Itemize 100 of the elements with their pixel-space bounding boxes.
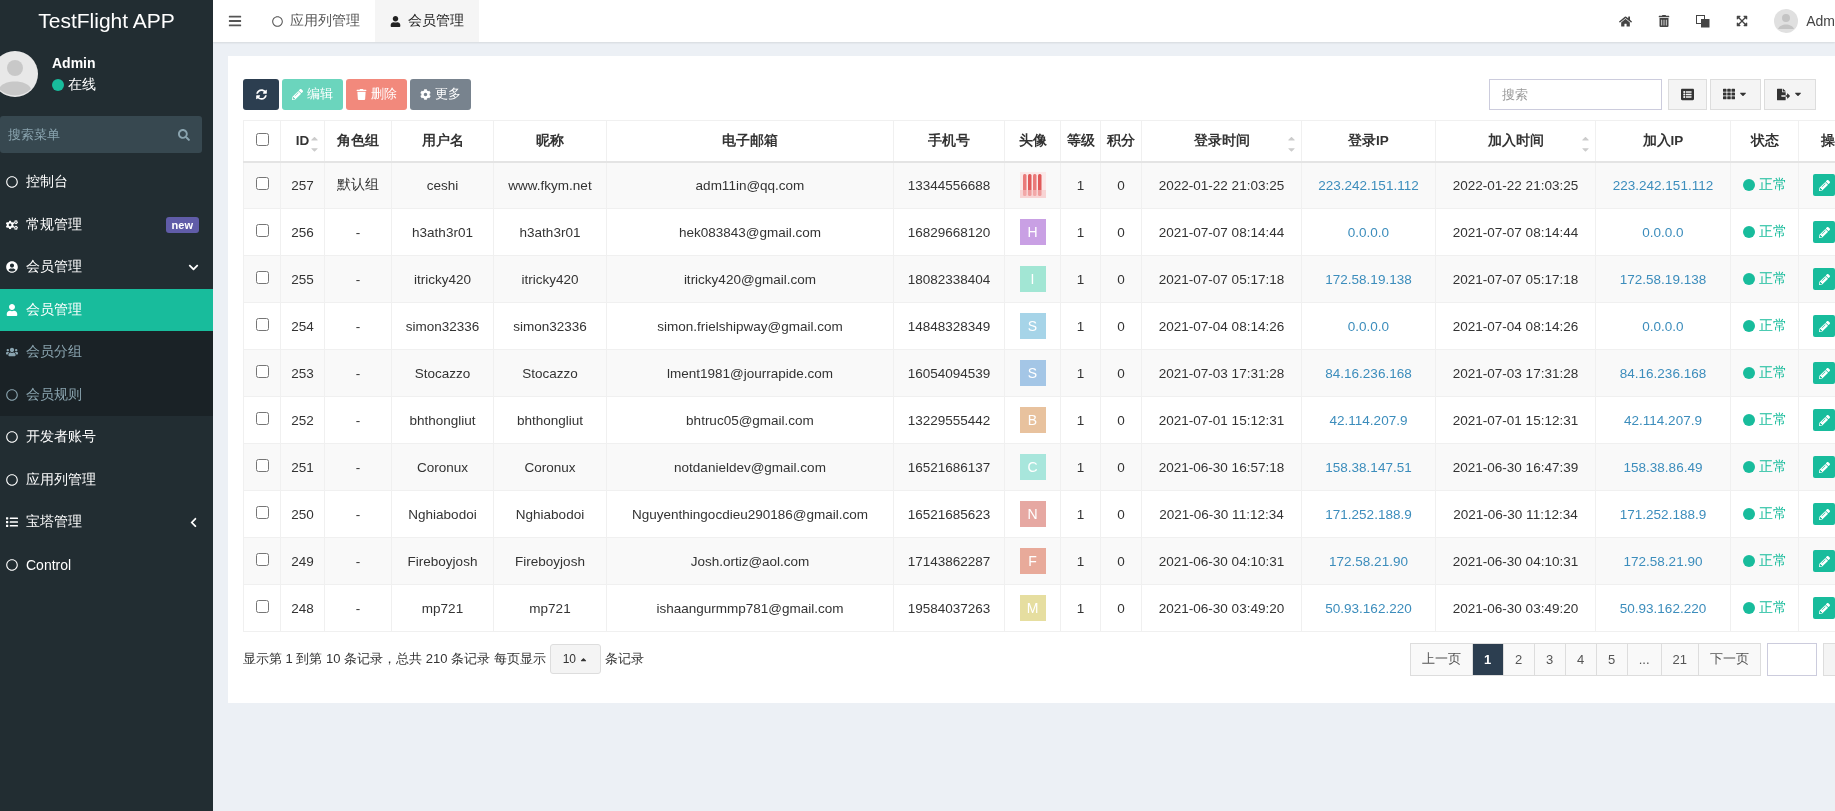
menu-item[interactable]: 会员管理: [0, 246, 213, 289]
menu-search-field[interactable]: 搜索菜单: [6, 119, 178, 150]
edit-button[interactable]: [1813, 550, 1835, 572]
table-cell: 2021-06-30 04:10:31: [1452, 553, 1579, 569]
edit-button[interactable]: [1813, 597, 1835, 619]
pencil-icon: [1818, 555, 1830, 567]
row-checkbox[interactable]: [255, 318, 269, 331]
menu-item[interactable]: 应用列管理: [0, 458, 213, 501]
ip-link[interactable]: 172.58.21.90: [1623, 553, 1703, 569]
toggle-view-button[interactable]: [1668, 78, 1707, 110]
ip-link[interactable]: 0.0.0.0: [1642, 224, 1684, 240]
row-checkbox[interactable]: [255, 365, 269, 378]
page-button[interactable]: 5: [1595, 642, 1628, 676]
menu-item[interactable]: Control: [0, 543, 213, 586]
export-icon: [1777, 87, 1790, 101]
edit-button[interactable]: [1813, 268, 1835, 290]
page-button[interactable]: 3: [1533, 642, 1566, 676]
fullscreen-icon[interactable]: [1736, 15, 1749, 27]
row-checkbox[interactable]: [255, 553, 269, 566]
pencil-icon: [1818, 602, 1830, 614]
columns-button[interactable]: [1710, 78, 1761, 110]
ip-link[interactable]: 0.0.0.0: [1642, 318, 1684, 334]
table-cell: -: [355, 553, 361, 569]
column-header[interactable]: ID: [295, 133, 310, 149]
row-checkbox[interactable]: [255, 177, 269, 191]
table-cell: 256: [291, 224, 314, 240]
letter-avatar: C: [1019, 454, 1046, 480]
table-cell: Stocazzo: [414, 365, 471, 381]
page-button[interactable]: 1: [1471, 642, 1504, 676]
ip-link[interactable]: 42.114.207.9: [1624, 412, 1702, 428]
table-cell: simon32336: [513, 318, 587, 334]
letter-avatar: I: [1019, 266, 1046, 292]
status-text: 正常: [1758, 176, 1787, 195]
table-cell: 2021-07-03 17:31:28: [1452, 365, 1579, 381]
table-cell: Stocazzo: [522, 365, 578, 381]
table-cell: simon32336: [405, 318, 480, 334]
edit-button[interactable]: [1813, 315, 1835, 337]
row-checkbox[interactable]: [255, 600, 269, 613]
gears-icon: [6, 218, 18, 231]
column-header[interactable]: 登录时间: [1193, 132, 1250, 148]
row-checkbox[interactable]: [255, 224, 269, 237]
edit-button[interactable]: [1813, 456, 1835, 478]
ip-link[interactable]: 0.0.0.0: [1347, 318, 1390, 334]
edit-button[interactable]: [1813, 174, 1835, 197]
submenu-item[interactable]: 会员分组: [0, 331, 213, 374]
menu-item[interactable]: 宝塔管理: [0, 501, 213, 544]
more-button[interactable]: 更多: [410, 78, 471, 110]
home-icon[interactable]: [1619, 14, 1633, 28]
edit-button[interactable]: [1813, 503, 1835, 525]
page-jump-field[interactable]: [1767, 642, 1817, 676]
refresh-button[interactable]: [243, 78, 279, 110]
menu-item[interactable]: 控制台: [0, 161, 213, 204]
menu-search-box[interactable]: 搜索菜单: [0, 116, 202, 153]
trash-icon[interactable]: [1658, 15, 1671, 27]
page-tab[interactable]: 会员管理: [375, 0, 479, 42]
row-checkbox[interactable]: [255, 459, 269, 472]
menu-icon[interactable]: [228, 14, 242, 28]
page-button[interactable]: 下一页: [1698, 642, 1761, 676]
letter-avatar: M: [1019, 595, 1046, 621]
menu-item[interactable]: 开发者账号: [0, 416, 213, 459]
row-checkbox[interactable]: [255, 412, 269, 425]
table-cell: 16829668120: [907, 224, 991, 240]
submenu-item[interactable]: 会员规则: [0, 373, 213, 416]
page-button[interactable]: ...: [1626, 642, 1662, 676]
page-size-dropdown[interactable]: 10: [549, 644, 602, 674]
page-button[interactable]: 21: [1660, 642, 1699, 676]
table-cell: Coronux: [417, 459, 468, 475]
page-tab[interactable]: 应用列管理: [257, 0, 375, 42]
row-checkbox[interactable]: [255, 506, 269, 519]
column-header[interactable]: 加入时间: [1487, 132, 1544, 148]
search-field[interactable]: 搜索: [1489, 78, 1662, 110]
page-button[interactable]: 2: [1502, 642, 1535, 676]
menu-item[interactable]: 常规管理 new: [0, 203, 213, 246]
page-button[interactable]: 上一页: [1409, 642, 1473, 676]
status-text: 正常: [1758, 599, 1787, 617]
search-icon: [178, 128, 190, 141]
new-badge: new: [165, 216, 199, 233]
ip-link[interactable]: 42.114.207.9: [1329, 412, 1408, 428]
table-cell: 1: [1076, 224, 1085, 240]
edit-button[interactable]: [1813, 221, 1835, 243]
table-cell: 16521685623: [907, 506, 991, 522]
pencil-icon: [1818, 367, 1830, 379]
select-all-checkbox[interactable]: [255, 132, 269, 146]
edit-button[interactable]: [1813, 409, 1835, 431]
row-checkbox[interactable]: [255, 271, 269, 284]
export-button[interactable]: [1764, 78, 1816, 110]
page-button[interactable]: 4: [1564, 642, 1597, 676]
ip-link[interactable]: 158.38.86.49: [1623, 459, 1703, 475]
table-cell: 1: [1076, 412, 1085, 428]
table-cell: itricky420: [521, 271, 579, 287]
table-cell: 1: [1076, 459, 1085, 475]
status-text: 正常: [1758, 317, 1787, 335]
table-cell: 14848328349: [907, 318, 991, 334]
edit-button[interactable]: [1813, 362, 1835, 384]
ip-link[interactable]: 172.58.21.90: [1329, 553, 1408, 569]
table-cell: 2021-06-30 03:49:20: [1452, 600, 1579, 616]
list-icon: [1681, 87, 1694, 101]
status-text: 正常: [1758, 223, 1787, 241]
top-user-name[interactable]: Adm: [1806, 13, 1835, 29]
ip-link[interactable]: 0.0.0.0: [1347, 224, 1390, 240]
